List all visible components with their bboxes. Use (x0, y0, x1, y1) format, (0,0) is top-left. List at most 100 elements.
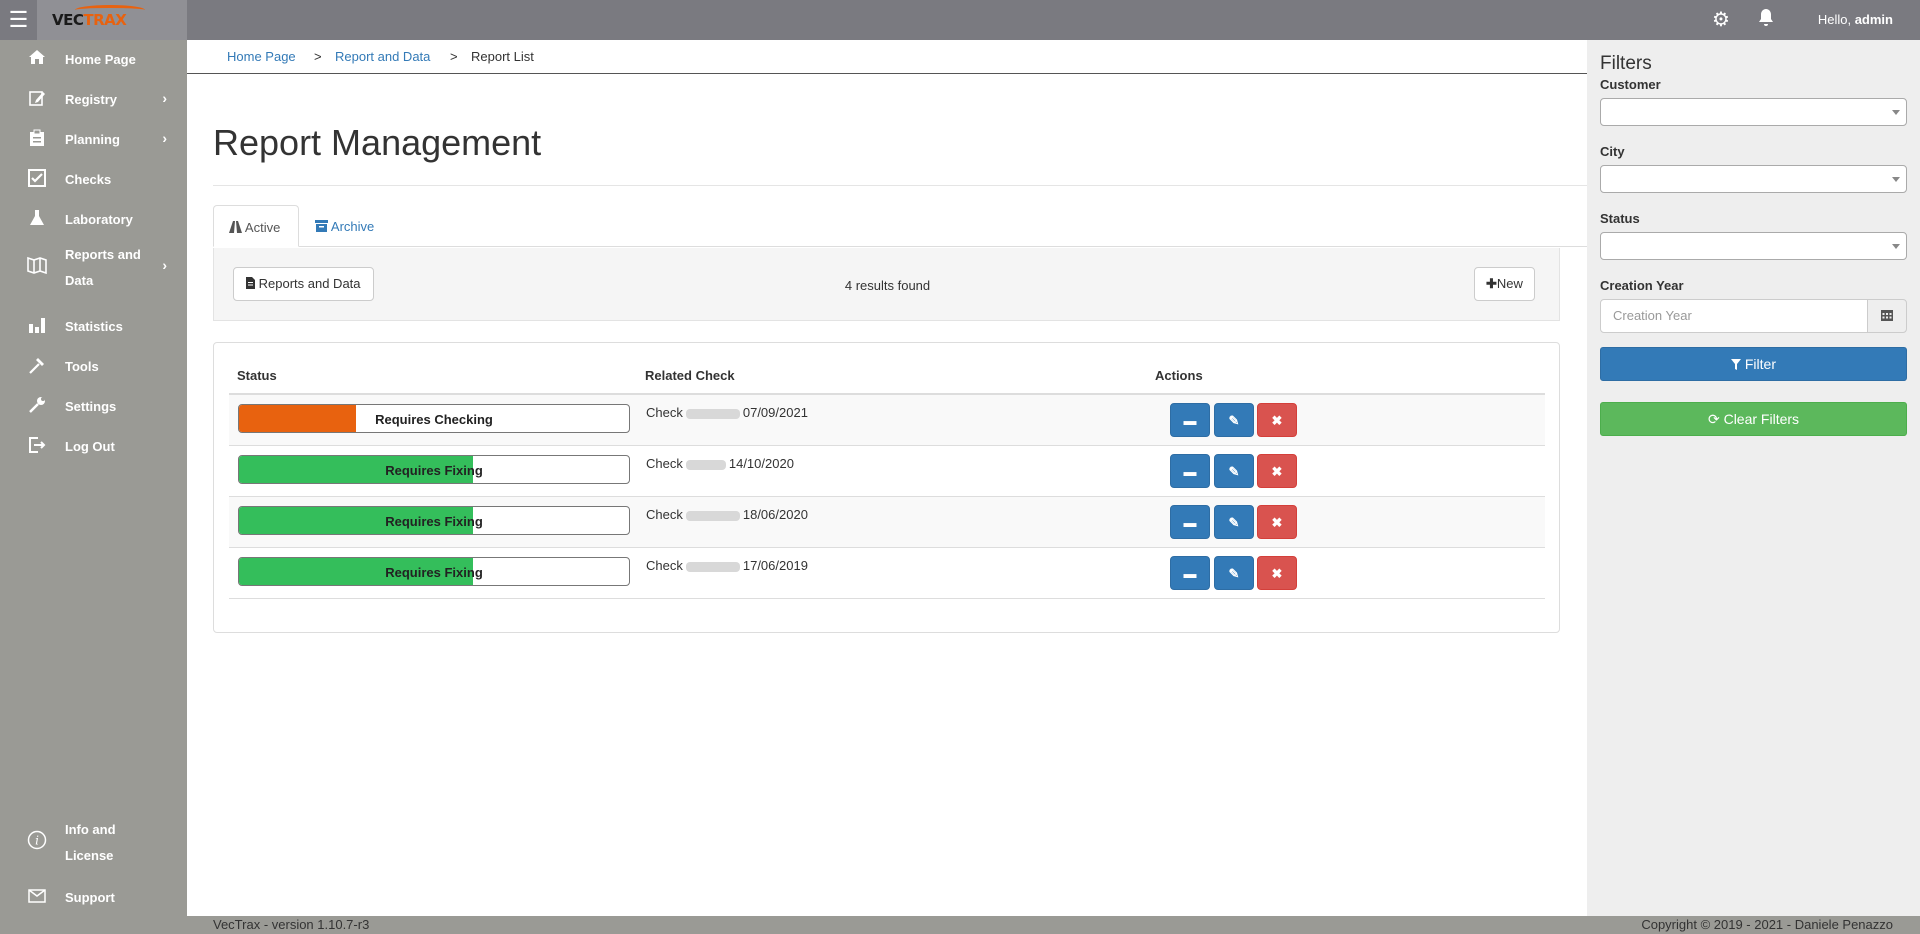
bar-chart-icon (26, 316, 48, 338)
status-label: Status (1600, 211, 1640, 226)
city-select[interactable] (1600, 165, 1907, 193)
button-label: Filter (1744, 356, 1776, 372)
column-header-status: Status (237, 368, 277, 383)
logout-icon (26, 436, 48, 458)
check-date: 17/06/2019 (742, 558, 808, 573)
breadcrumb-separator: > (450, 49, 458, 64)
check-prefix: Check (646, 456, 683, 471)
remove-icon[interactable]: ✖ (1257, 505, 1297, 539)
greeting-text: Hello, (1817, 12, 1852, 27)
sidebar-item-home[interactable]: Home Page (0, 40, 187, 80)
table-row: Requires Checking Check 07/09/2021 ▬ ✎ ✖ (229, 395, 1545, 446)
flask-icon (26, 209, 48, 231)
sidebar-item-label: Reports and Data (65, 247, 141, 288)
divider (213, 185, 1587, 186)
remove-icon[interactable]: ✖ (1257, 403, 1297, 437)
folder-open-icon[interactable]: ▬ (1170, 556, 1210, 590)
folder-open-icon[interactable]: ▬ (1170, 403, 1210, 437)
logo[interactable]: VECTRAX (37, 0, 187, 40)
hamburger-icon[interactable]: ☰ (0, 0, 37, 40)
sidebar-item-reports[interactable]: Reports and Data › (0, 240, 187, 294)
edit-icon (26, 89, 48, 111)
remove-icon[interactable]: ✖ (1257, 556, 1297, 590)
sidebar-item-label: Registry (65, 92, 118, 107)
pencil-icon[interactable]: ✎ (1214, 403, 1254, 437)
sidebar-item-label: Planning (65, 132, 120, 147)
calendar-icon[interactable] (1867, 299, 1907, 333)
sidebar-item-checks[interactable]: Checks (0, 160, 187, 200)
archive-icon (315, 219, 331, 234)
sidebar-item-laboratory[interactable]: Laboratory (0, 200, 187, 240)
pencil-icon[interactable]: ✎ (1214, 454, 1254, 488)
creation-year-input[interactable]: Creation Year (1600, 299, 1868, 333)
status-progress-bar: Requires Checking (238, 404, 630, 433)
top-bar: ☰ VECTRAX ⚙ Hello, admin (0, 0, 1920, 40)
check-prefix: Check (646, 558, 683, 573)
sidebar-item-label: Info and License (65, 822, 116, 863)
filter-button[interactable]: Filter (1600, 347, 1907, 381)
folder-open-icon[interactable]: ▬ (1170, 505, 1210, 539)
related-check[interactable]: Check 18/06/2020 (646, 507, 808, 522)
sidebar-item-planning[interactable]: Planning › (0, 120, 187, 160)
remove-icon[interactable]: ✖ (1257, 454, 1297, 488)
tab-archive[interactable]: Archive (300, 205, 389, 247)
checkbox-icon (26, 169, 48, 191)
check-date: 18/06/2020 (742, 507, 808, 522)
chevron-right-icon: › (162, 90, 167, 106)
sidebar-item-label: Settings (65, 399, 117, 414)
username: admin (1854, 12, 1893, 27)
related-check[interactable]: Check 17/06/2019 (646, 558, 808, 573)
check-date: 07/09/2021 (742, 405, 808, 420)
wrench-icon (26, 396, 48, 418)
related-check[interactable]: Check 14/10/2020 (646, 456, 794, 471)
customer-label: Customer (1600, 77, 1661, 92)
sidebar: Home Page Registry › Planning › Checks L… (0, 40, 187, 934)
sidebar-item-label: Home Page (65, 52, 136, 67)
pencil-icon[interactable]: ✎ (1214, 505, 1254, 539)
sidebar-item-info[interactable]: i Info and License (0, 815, 187, 867)
redacted-name (685, 459, 726, 470)
sidebar-item-tools[interactable]: Tools (0, 347, 187, 387)
customer-select[interactable] (1600, 98, 1907, 126)
status-select[interactable] (1600, 232, 1907, 260)
home-icon (26, 49, 48, 71)
sidebar-item-statistics[interactable]: Statistics (0, 307, 187, 347)
column-header-actions: Actions (1155, 368, 1203, 383)
table-row: Requires Fixing Check 17/06/2019 ▬ ✎ ✖ (229, 548, 1545, 599)
breadcrumb-home[interactable]: Home Page (227, 49, 296, 64)
tab-active[interactable]: Active (213, 205, 299, 247)
sidebar-item-registry[interactable]: Registry › (0, 80, 187, 120)
table-row: Requires Fixing Check 18/06/2020 ▬ ✎ ✖ (229, 497, 1545, 548)
breadcrumb-link[interactable]: Home Page (227, 49, 296, 64)
folder-open-icon[interactable]: ▬ (1170, 454, 1210, 488)
logo-part1: VEC (52, 11, 84, 29)
table-row: Requires Fixing Check 14/10/2020 ▬ ✎ ✖ (229, 446, 1545, 497)
city-label: City (1600, 144, 1625, 159)
column-header-related-check: Related Check (645, 368, 735, 383)
sidebar-item-settings[interactable]: Settings (0, 387, 187, 427)
sidebar-item-support[interactable]: Support (0, 878, 187, 918)
creation-year-label: Creation Year (1600, 278, 1684, 293)
new-button[interactable]: ✚New (1474, 267, 1535, 301)
sidebar-item-logout[interactable]: Log Out (0, 427, 187, 467)
breadcrumb-link[interactable]: Report and Data (335, 49, 430, 64)
pencil-icon[interactable]: ✎ (1214, 556, 1254, 590)
gear-icon[interactable]: ⚙ (1709, 8, 1733, 32)
chevron-down-icon (1892, 244, 1900, 249)
breadcrumb-report-and-data[interactable]: Report and Data (335, 49, 430, 64)
status-progress-bar: Requires Fixing (238, 557, 630, 586)
breadcrumb-current: Report List (471, 49, 534, 64)
user-greeting[interactable]: Hello, admin (1818, 12, 1893, 27)
clipboard-icon (26, 129, 48, 151)
clear-filters-button[interactable]: ⟳ Clear Filters (1600, 402, 1907, 436)
filters-title: Filters (1600, 53, 1652, 74)
status-label: Requires Fixing (385, 463, 483, 478)
related-check[interactable]: Check 07/09/2021 (646, 405, 808, 420)
page-title: Report Management (213, 122, 542, 163)
tab-label: Active (244, 220, 281, 235)
bell-icon[interactable] (1754, 8, 1778, 32)
info-icon: i (26, 830, 48, 852)
chevron-right-icon: › (162, 257, 167, 273)
sidebar-item-label: Laboratory (65, 212, 133, 227)
breadcrumb: Home Page > Report and Data > Report Lis… (187, 40, 1587, 74)
